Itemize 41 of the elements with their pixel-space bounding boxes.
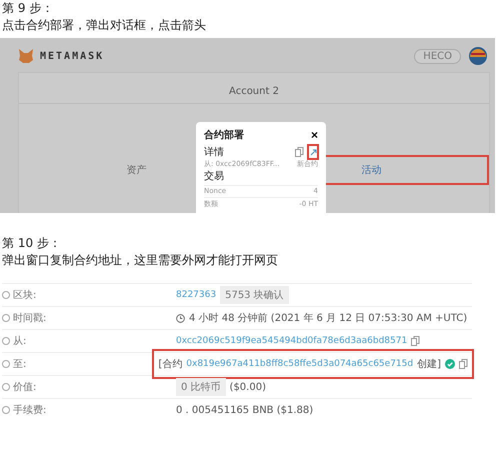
step-instruction: 弹出窗口复制合约地址，这里需要外网才能打开网页 xyxy=(1,252,279,269)
address-link[interactable]: 8227363 xyxy=(176,290,216,300)
value-text: 创建] xyxy=(417,358,441,371)
address-link[interactable]: 0x819e967a411b8ff8c58ffe5d3a074a65c65e715d xyxy=(186,359,414,369)
value-text: 0 . 005451165 BNB ($1.88) xyxy=(176,404,314,416)
value-text: [合约 xyxy=(158,358,182,371)
fox-logo-icon xyxy=(18,49,34,63)
info-badge: 5753 块确认 xyxy=(220,286,289,304)
step-title: 第 9 步： xyxy=(1,0,54,17)
field-label: 手续费: xyxy=(13,404,46,417)
details-label: 详情 xyxy=(204,146,224,159)
field-label: 从: xyxy=(13,334,26,348)
field-label: 价值: xyxy=(13,381,36,394)
clock-icon xyxy=(176,314,185,322)
dialog-title: 合约部署 xyxy=(204,128,244,142)
field-label: 区块: xyxy=(13,288,36,302)
info-icon xyxy=(2,337,10,345)
account-avatar-icon[interactable] xyxy=(469,47,487,65)
address-link[interactable]: 0xcc2069c519f9ea545494bd0fa78e6d3aa6bd8571 xyxy=(176,336,408,346)
info-badge: 0 比特币 xyxy=(176,378,226,396)
info-icon xyxy=(2,406,10,414)
field-label: 时间戳: xyxy=(13,312,46,325)
copy-icon[interactable] xyxy=(411,336,420,346)
info-icon xyxy=(2,383,10,391)
copy-icon[interactable] xyxy=(459,359,468,369)
info-icon xyxy=(2,360,10,368)
info-icon xyxy=(2,291,10,299)
value-text: ($0.00) xyxy=(230,382,266,392)
info-icon xyxy=(2,314,10,322)
section-label: 交易 xyxy=(204,170,225,183)
copy-icon[interactable] xyxy=(294,147,304,157)
value-text: 4 小时 48 分钟前 (2021 年 6 月 12 日 07:53:30 AM +UTC) xyxy=(189,312,468,325)
close-button[interactable]: × xyxy=(310,128,318,142)
account-name: Account 2 xyxy=(229,86,279,97)
network-selector[interactable]: HECO xyxy=(414,48,461,64)
step-title: 第 10 步： xyxy=(1,235,62,252)
check-icon xyxy=(445,359,455,369)
step-instruction: 点击合约部署，弹出对话框，点击箭头 xyxy=(1,17,207,34)
field-label: 至: xyxy=(13,358,26,371)
arrow-icon[interactable] xyxy=(310,148,316,156)
brand-name: METAMASK xyxy=(40,50,104,62)
